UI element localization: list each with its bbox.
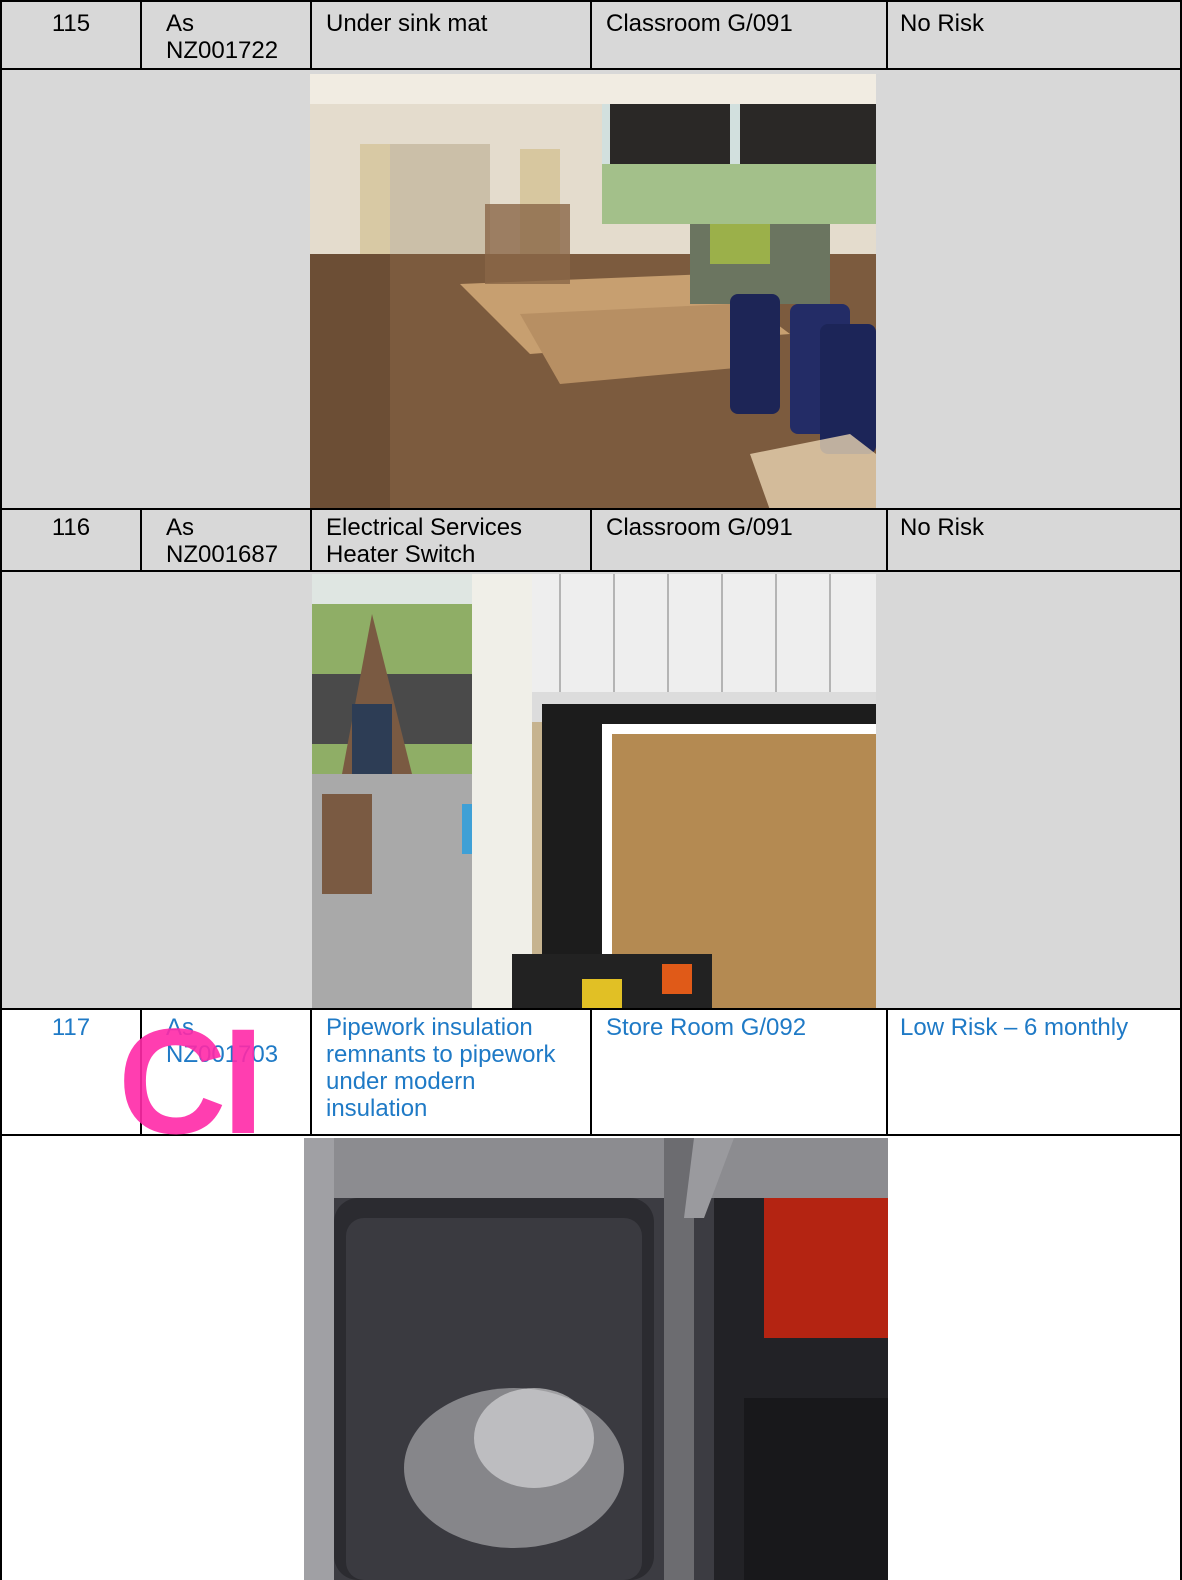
item-number: 116 bbox=[0, 510, 140, 572]
reference: As NZ001722 bbox=[140, 2, 310, 70]
item-number: 117 bbox=[0, 1010, 140, 1136]
photo-row-117 bbox=[0, 1134, 1182, 1580]
pipework-photo bbox=[304, 1138, 888, 1580]
table-row-116: 116 As NZ001687 Electrical Services Heat… bbox=[0, 508, 1182, 572]
classroom-photo bbox=[310, 74, 876, 510]
product: Under sink mat bbox=[310, 2, 590, 70]
risk: Low Risk – 6 monthly bbox=[886, 1010, 1182, 1136]
window-heater-photo bbox=[312, 574, 876, 1010]
item-number: 115 bbox=[0, 2, 140, 70]
location: Classroom G/091 bbox=[590, 510, 886, 572]
reference: As NZ001703 bbox=[140, 1010, 310, 1136]
photo-row-115 bbox=[0, 68, 1182, 510]
photo-row-116 bbox=[0, 570, 1182, 1010]
classroom-image bbox=[310, 74, 876, 510]
risk: No Risk bbox=[886, 2, 1182, 70]
table-row-115: 115 As NZ001722 Under sink mat Classroom… bbox=[0, 0, 1182, 70]
product: Electrical Services Heater Switch bbox=[310, 510, 590, 572]
location: Classroom G/091 bbox=[590, 2, 886, 70]
pipework-image bbox=[304, 1138, 888, 1580]
location: Store Room G/092 bbox=[590, 1010, 886, 1136]
window-image bbox=[312, 574, 876, 1010]
reference: As NZ001687 bbox=[140, 510, 310, 572]
product: Pipework insulation remnants to pipework… bbox=[310, 1010, 590, 1136]
risk: No Risk bbox=[886, 510, 1182, 572]
table-row-117: 117 As NZ001703 Pipework insulation remn… bbox=[0, 1008, 1182, 1136]
